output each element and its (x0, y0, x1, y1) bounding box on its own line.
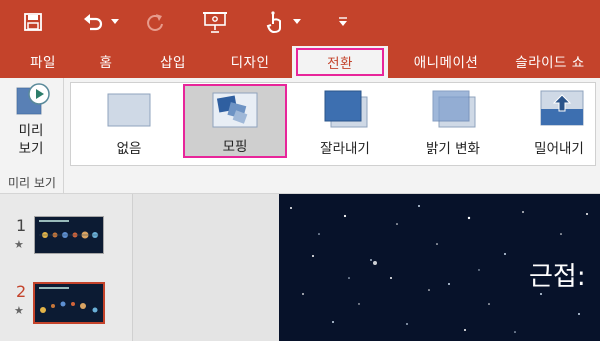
transition-label: 밀어내기 (534, 141, 584, 157)
slide-thumbnail-image (35, 284, 103, 322)
tab-label: 삽입 (160, 55, 186, 71)
ribbon-tabs: 파일 홈 삽입 디자인 전환 애니메이션 슬라이드 쇼 (0, 44, 600, 78)
slide-panel-gap (133, 194, 279, 341)
transition-label: 밝기 변화 (426, 141, 480, 157)
tab-label: 애니메이션 (413, 55, 479, 71)
transition-fade-icon (432, 90, 476, 128)
tab-slideshow[interactable]: 슬라이드 쇼 (500, 44, 600, 78)
transition-label: 모핑 (222, 139, 248, 155)
tab-transitions[interactable]: 전환 (292, 46, 388, 78)
present-button[interactable] (198, 8, 232, 36)
transition-star-icon: ★ (14, 238, 24, 251)
slide-canvas[interactable]: 근접: (279, 194, 600, 341)
preview-button[interactable]: 미리 보기 (2, 82, 60, 170)
tab-animations[interactable]: 애니메이션 (398, 44, 494, 78)
presenter-icon (203, 12, 227, 33)
chevron-down-icon (111, 19, 119, 24)
tab-label: 파일 (30, 55, 56, 71)
tab-home[interactable]: 홈 (84, 44, 128, 78)
save-icon (24, 13, 42, 31)
transition-none-icon (107, 93, 151, 127)
transition-cut-icon (324, 90, 368, 128)
transition-push-icon (540, 90, 584, 126)
preview-group: 미리 보기 미리 보기 (0, 78, 64, 194)
undo-icon (84, 14, 103, 31)
transition-label: 없음 (116, 141, 142, 157)
tab-insert[interactable]: 삽입 (148, 44, 198, 78)
transition-label: 잘라내기 (320, 141, 370, 157)
slide-thumbnail-1[interactable] (34, 216, 104, 254)
transition-star-icon: ★ (14, 304, 24, 317)
customize-qat-button[interactable] (334, 8, 352, 36)
customize-qat-icon (339, 17, 347, 26)
preview-label-line1: 미리 (18, 123, 44, 139)
tab-label: 디자인 (230, 55, 270, 71)
undo-button[interactable] (80, 8, 106, 36)
preview-icon (16, 83, 50, 115)
tab-file[interactable]: 파일 (18, 44, 68, 78)
transition-cut[interactable]: 잘라내기 (293, 83, 397, 167)
transition-push[interactable]: 밀어내기 (507, 83, 600, 167)
transition-none[interactable]: 없음 (77, 83, 181, 167)
touch-mode-button[interactable] (262, 8, 288, 36)
slide-number: 2 (16, 282, 27, 301)
save-button[interactable] (18, 8, 48, 36)
slide-thumbnail-image (35, 217, 103, 253)
chevron-down-icon (293, 19, 301, 24)
transition-morph-icon (212, 92, 258, 128)
transition-fade[interactable]: 밝기 변화 (401, 83, 505, 167)
highlight-box (296, 48, 384, 76)
tab-label: 홈 (99, 55, 113, 71)
redo-icon (147, 14, 163, 31)
tab-design[interactable]: 디자인 (218, 44, 282, 78)
touch-icon (266, 11, 281, 34)
preview-label-line2: 보기 (18, 141, 44, 157)
transition-gallery: 없음 모핑 잘라내기 밝기 변화 밀어내기 (70, 82, 596, 166)
touch-dropdown-button[interactable] (290, 8, 304, 36)
undo-dropdown-button[interactable] (108, 8, 122, 36)
slide-number: 1 (16, 216, 27, 235)
ribbon-panel: 미리 보기 미리 보기 없음 모핑 잘라내기 밝기 변화 밀어내기 (0, 78, 600, 194)
quick-access-toolbar (0, 0, 600, 44)
tab-label: 슬라이드 쇼 (515, 55, 585, 71)
transition-morph[interactable]: 모핑 (183, 84, 287, 158)
preview-group-label: 미리 보기 (8, 176, 56, 190)
slide-thumbnail-panel: 1 ★ 2 ★ (0, 194, 133, 341)
redo-button[interactable] (140, 8, 170, 36)
slide-thumbnail-2[interactable] (33, 282, 105, 324)
slide-title: 근접: (529, 262, 586, 292)
